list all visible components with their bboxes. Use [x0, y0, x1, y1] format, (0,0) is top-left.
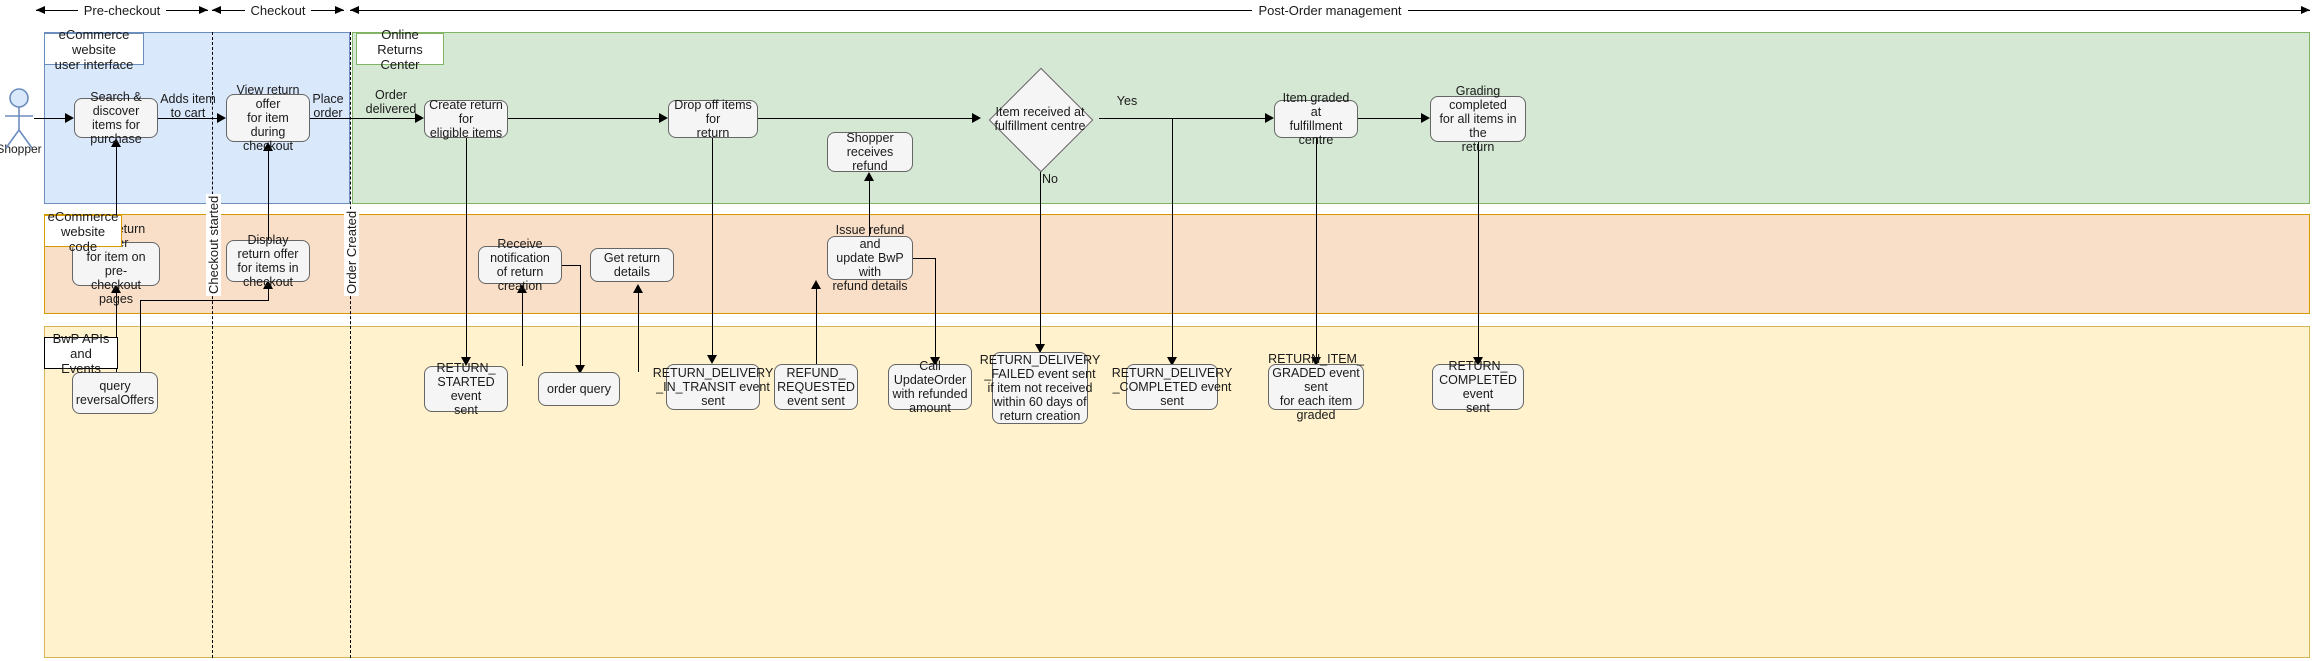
arrowhead: [811, 280, 821, 289]
edge-dropoff-to-decision: [758, 118, 973, 119]
edge-label-adds-item-to-cart: Adds item to cart: [160, 92, 216, 120]
lane-title-ecommerce-code: eCommerce website code: [44, 209, 122, 254]
node-query-reversal-offers[interactable]: query reversalOffers: [72, 372, 158, 414]
node-item-received-label: Item received at fulfillment centre: [994, 105, 1086, 133]
milestone-label-order-created: Order Created: [344, 208, 359, 296]
phase-label: Checkout: [244, 2, 312, 18]
edge-refundreq-to-issue: [816, 282, 817, 364]
phase-label: Post-Order management: [1252, 2, 1408, 18]
edge-decision-no: [1040, 160, 1041, 352]
arrowhead: [864, 172, 874, 181]
node-event-item-graded[interactable]: RETURN_ITEM_ GRADED event sent for each …: [1268, 352, 1364, 422]
arrowhead: [659, 113, 668, 123]
edge-query-to-display-v: [140, 300, 141, 372]
node-issue-refund[interactable]: Issue refund and update BwP with refund …: [827, 223, 913, 293]
edge-issue-to-update-h: [913, 258, 935, 259]
edge-graded-to-completed: [1358, 118, 1422, 119]
node-display-return-offer[interactable]: Display return offer for items in checko…: [226, 233, 310, 289]
node-order-query[interactable]: order query: [538, 372, 620, 406]
node-create-return[interactable]: Create return for eligible items: [424, 98, 508, 140]
node-event-refund-requested[interactable]: REFUND_ REQUESTED event sent: [774, 364, 858, 410]
node-receive-notification[interactable]: Receive notification of return creation: [478, 237, 562, 293]
node-shopper-receives-refund[interactable]: Shopper receives refund: [827, 131, 913, 173]
node-grading-completed[interactable]: Grading completed for all items in the r…: [1430, 84, 1526, 154]
edge-label-no: No: [1042, 172, 1058, 186]
phase-checkout: Checkout: [212, 0, 345, 20]
node-drop-off-items[interactable]: Drop off items for return: [668, 98, 758, 140]
edge-issue-to-update-v: [935, 258, 936, 364]
edge-completed-to-event: [1478, 142, 1479, 364]
actor-shopper-icon: [5, 88, 33, 149]
milestone-label-checkout-started: Checkout started: [206, 193, 221, 296]
arrowhead: [65, 113, 74, 123]
node-get-return-details[interactable]: Get return details: [590, 248, 674, 282]
edge-decision-yes: [1099, 118, 1266, 119]
node-event-return-completed[interactable]: RETURN_ COMPLETED event sent: [1432, 359, 1524, 415]
phase-label: Pre-checkout: [77, 2, 167, 18]
edge-label-order-delivered: Order delivered: [365, 88, 417, 116]
lane-title-bwp: BwP APIs and Events: [44, 331, 118, 376]
node-item-received-decision[interactable]: Item received at fulfillment centre: [981, 67, 1099, 173]
lane-title-returns-center: Online Returns Center: [356, 27, 444, 72]
phase-pre-checkout: Pre-checkout: [36, 0, 208, 20]
edge-create-to-started: [466, 138, 467, 364]
edge-yes-to-delivery-completed: [1172, 118, 1173, 364]
edge-orderquery-to-details: [638, 286, 639, 372]
milestone-line-checkout-started: [212, 32, 213, 658]
node-event-delivery-in-transit[interactable]: RETURN_DELIVERY _IN_TRANSIT event sent: [653, 364, 773, 410]
edge-actor-to-search: [34, 118, 66, 119]
flowchart-canvas: Pre-checkout Checkout Post-Order managem…: [0, 0, 2316, 661]
edge-display-to-view-offer: [268, 144, 269, 240]
edge-notif-to-orderquery-v: [580, 265, 581, 372]
phase-post-order: Post-Order management: [350, 0, 2311, 20]
lane-title-ecommerce-ui: eCommerce website user interface: [44, 27, 144, 72]
edge-graded-to-event: [1316, 138, 1317, 364]
edge-started-to-notif: [522, 286, 523, 366]
node-call-update-order[interactable]: Call UpdateOrder with refunded amount: [888, 359, 972, 415]
node-item-graded[interactable]: Item graded at fulfillment centre: [1274, 91, 1358, 147]
arrowhead: [707, 355, 717, 364]
arrowhead: [633, 284, 643, 293]
edge-create-to-dropoff: [508, 118, 660, 119]
edge-label-yes: Yes: [1116, 94, 1138, 108]
edge-notif-to-orderquery-h: [562, 265, 580, 266]
node-search-discover[interactable]: Search & discover items for purchase: [74, 90, 158, 146]
node-event-delivery-failed[interactable]: RETURN_DELIVERY _FAILED event sent if it…: [980, 352, 1100, 424]
arrowhead: [1265, 113, 1274, 123]
arrowhead: [1421, 113, 1430, 123]
edge-query-to-display-h: [140, 300, 268, 301]
edge-dropoff-to-intransit: [712, 138, 713, 362]
lane-ecommerce-code: [44, 214, 2310, 314]
node-event-delivery-completed[interactable]: RETURN_DELIVERY _COMPLETED event sent: [1112, 364, 1232, 410]
edge-label-place-order: Place order: [312, 92, 344, 120]
node-event-return-started[interactable]: RETURN_ STARTED event sent: [424, 361, 508, 417]
node-view-return-offer[interactable]: View return offer for item during checko…: [226, 83, 310, 153]
arrowhead: [972, 113, 981, 123]
milestone-line-order-created: [350, 32, 351, 658]
